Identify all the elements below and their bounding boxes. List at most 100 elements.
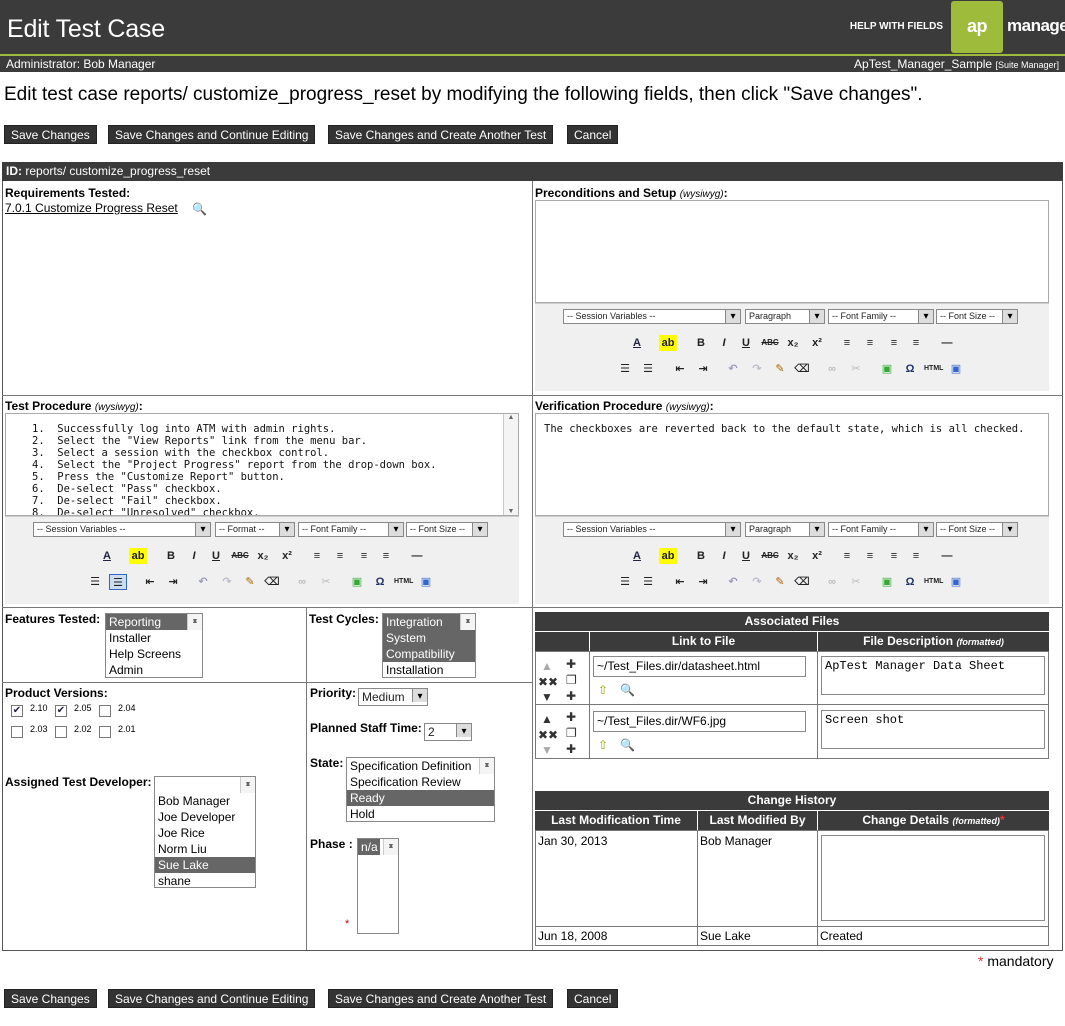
- redo-icon[interactable]: ↷: [748, 574, 766, 590]
- staff-time-select[interactable]: 2: [424, 723, 472, 741]
- special-char-icon[interactable]: Ω: [371, 574, 389, 590]
- font-size-select[interactable]: -- Font Size --: [936, 522, 1018, 537]
- link-icon[interactable]: ∞: [823, 361, 841, 377]
- fullscreen-icon[interactable]: ▣: [417, 574, 435, 590]
- html-source-icon[interactable]: HTML: [394, 574, 413, 590]
- move-down-icon[interactable]: ▼: [541, 744, 553, 756]
- underline-icon[interactable]: U: [737, 548, 755, 564]
- cleanup-icon[interactable]: ✎: [771, 361, 789, 377]
- bold-icon[interactable]: B: [692, 548, 710, 564]
- align-left-icon[interactable]: ≡: [308, 548, 326, 564]
- horizontal-rule-icon[interactable]: —: [408, 548, 426, 564]
- save-create-button[interactable]: Save Changes and Create Another Test: [328, 125, 554, 144]
- underline-icon[interactable]: U: [207, 548, 225, 564]
- delete-icon[interactable]: ✖✖: [538, 729, 558, 741]
- justify-icon[interactable]: ≡: [907, 548, 925, 564]
- subscript-icon[interactable]: x₂: [784, 335, 802, 351]
- file-link-input[interactable]: ~/Test_Files.dir/WF6.jpg: [593, 711, 806, 732]
- align-right-icon[interactable]: ≡: [355, 548, 373, 564]
- subscript-icon[interactable]: x₂: [784, 548, 802, 564]
- project-name[interactable]: ApTest_Manager_Sample: [854, 57, 992, 71]
- save-button[interactable]: Save Changes: [4, 125, 97, 144]
- delete-icon[interactable]: ✖✖: [538, 676, 558, 688]
- version-checkbox[interactable]: ✔: [11, 705, 23, 717]
- list-item[interactable]: Help Screens: [106, 646, 202, 662]
- state-listbox[interactable]: Specification Definition Specification R…: [346, 757, 495, 822]
- copy-icon[interactable]: ❐: [566, 674, 577, 686]
- numbered-list-icon[interactable]: ☰: [639, 574, 657, 590]
- list-item[interactable]: Compatibility: [383, 646, 475, 662]
- text-color-icon[interactable]: A: [628, 335, 646, 351]
- list-item[interactable]: shane: [155, 873, 255, 887]
- undo-icon[interactable]: ↶: [724, 574, 742, 590]
- list-item[interactable]: Joe Developer: [155, 809, 255, 825]
- list-item[interactable]: Bob Manager: [155, 793, 255, 809]
- file-description-input[interactable]: Screen shot: [821, 710, 1045, 749]
- align-center-icon[interactable]: ≡: [861, 335, 879, 351]
- requirement-link[interactable]: 7.0.1 Customize Progress Reset: [5, 201, 178, 215]
- test-procedure-editor[interactable]: 1. Successfully log into ATM with admin …: [5, 413, 519, 516]
- list-item[interactable]: Installer: [106, 630, 202, 646]
- list-item[interactable]: System: [383, 630, 475, 646]
- link-icon[interactable]: ∞: [293, 574, 311, 590]
- version-checkbox[interactable]: [55, 726, 67, 738]
- highlight-icon[interactable]: ab: [129, 548, 147, 564]
- copy-icon[interactable]: ❐: [566, 727, 577, 739]
- paragraph-select[interactable]: Paragraph: [745, 522, 825, 537]
- cancel-button[interactable]: Cancel: [567, 125, 619, 144]
- superscript-icon[interactable]: x²: [278, 548, 296, 564]
- version-checkbox[interactable]: [99, 726, 111, 738]
- outdent-icon[interactable]: ⇤: [671, 361, 689, 377]
- cycles-scrollbar[interactable]: [460, 614, 475, 630]
- list-item[interactable]: Specification Review: [347, 774, 494, 790]
- italic-icon[interactable]: I: [715, 548, 733, 564]
- html-source-icon[interactable]: HTML: [924, 361, 943, 377]
- align-left-icon[interactable]: ≡: [838, 335, 856, 351]
- outdent-icon[interactable]: ⇤: [141, 574, 159, 590]
- italic-icon[interactable]: I: [715, 335, 733, 351]
- html-source-icon[interactable]: HTML: [924, 574, 943, 590]
- add-below-icon[interactable]: ✚: [566, 690, 576, 702]
- cancel-button[interactable]: Cancel: [567, 989, 619, 1008]
- align-center-icon[interactable]: ≡: [331, 548, 349, 564]
- redo-icon[interactable]: ↷: [748, 361, 766, 377]
- justify-icon[interactable]: ≡: [907, 335, 925, 351]
- align-right-icon[interactable]: ≡: [885, 548, 903, 564]
- magnifier-icon[interactable]: 🔍: [192, 203, 207, 215]
- bullet-list-icon[interactable]: ☰: [86, 574, 104, 590]
- list-item[interactable]: Admin: [106, 662, 202, 677]
- bullet-list-icon[interactable]: ☰: [616, 574, 634, 590]
- highlight-icon[interactable]: ab: [659, 548, 677, 564]
- numbered-list-icon[interactable]: ☰: [109, 574, 127, 590]
- version-checkbox[interactable]: [11, 726, 23, 738]
- numbered-list-icon[interactable]: ☰: [639, 361, 657, 377]
- eraser-icon[interactable]: ⌫: [793, 574, 811, 590]
- paragraph-select[interactable]: Paragraph: [745, 309, 825, 324]
- font-family-select[interactable]: -- Font Family --: [828, 522, 934, 537]
- bold-icon[interactable]: B: [692, 335, 710, 351]
- save-continue-button[interactable]: Save Changes and Continue Editing: [108, 125, 316, 144]
- text-color-icon[interactable]: A: [98, 548, 116, 564]
- suite-link[interactable]: [Suite Manager]: [995, 60, 1059, 70]
- view-file-icon[interactable]: 🔍: [620, 684, 635, 696]
- session-variables-select[interactable]: -- Session Variables --: [563, 522, 741, 537]
- fullscreen-icon[interactable]: ▣: [947, 361, 965, 377]
- verification-editor[interactable]: The checkboxes are reverted back to the …: [535, 413, 1049, 516]
- save-create-button[interactable]: Save Changes and Create Another Test: [328, 989, 554, 1008]
- developer-scrollbar[interactable]: [240, 777, 255, 793]
- upload-icon[interactable]: ⇧: [598, 684, 608, 696]
- indent-icon[interactable]: ⇥: [694, 361, 712, 377]
- list-item[interactable]: n/a: [358, 839, 380, 855]
- fullscreen-icon[interactable]: ▣: [947, 574, 965, 590]
- align-center-icon[interactable]: ≡: [861, 548, 879, 564]
- italic-icon[interactable]: I: [185, 548, 203, 564]
- list-item[interactable]: Ready: [347, 790, 494, 806]
- highlight-icon[interactable]: ab: [659, 335, 677, 351]
- subscript-icon[interactable]: x₂: [254, 548, 272, 564]
- eraser-icon[interactable]: ⌫: [793, 361, 811, 377]
- preconditions-editor[interactable]: [535, 200, 1049, 303]
- cleanup-icon[interactable]: ✎: [771, 574, 789, 590]
- horizontal-rule-icon[interactable]: —: [938, 335, 956, 351]
- developer-listbox[interactable]: Bob Manager Joe Developer Joe Rice Norm …: [154, 776, 256, 888]
- features-listbox[interactable]: Reporting Installer Help Screens Admin: [105, 613, 203, 678]
